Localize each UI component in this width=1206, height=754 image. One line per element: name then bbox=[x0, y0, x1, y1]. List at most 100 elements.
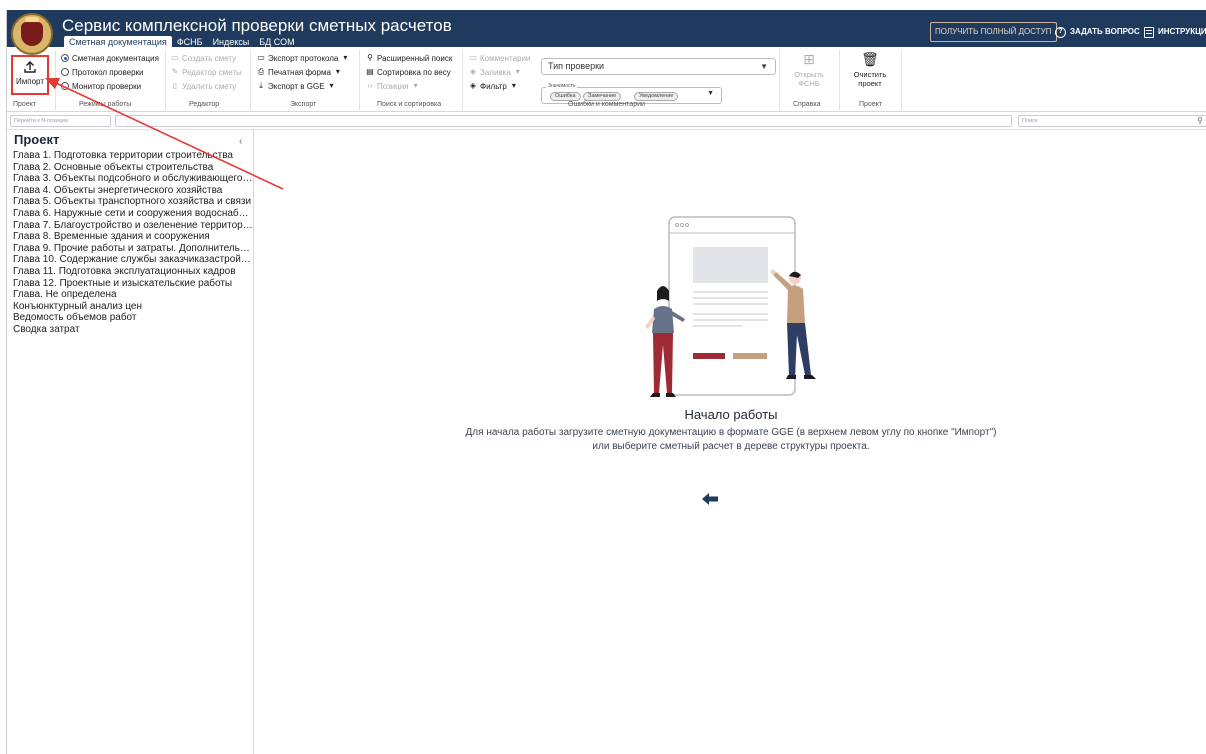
tree-item[interactable]: Глава 2. Основные объекты строительства bbox=[13, 162, 253, 174]
mode-check-protocol[interactable]: Протокол проверки bbox=[61, 66, 144, 78]
download-icon: ⤓ bbox=[259, 81, 263, 90]
tree-item[interactable]: Глава 8. Временные здания и сооружения bbox=[13, 231, 253, 243]
new-document-icon: ▭ bbox=[171, 53, 179, 62]
tree-icon: ⊞ bbox=[803, 51, 815, 67]
goto-position-input[interactable]: Перейти к N-позиции bbox=[10, 115, 111, 127]
search-icon: ⚲ bbox=[1197, 116, 1203, 125]
instructions-label: ИНСТРУКЦИЯ bbox=[1158, 27, 1206, 36]
paint-bucket-icon: ◈ bbox=[469, 67, 477, 76]
app-title: Сервис комплексной проверки сметных расч… bbox=[62, 16, 452, 35]
chip-remark[interactable]: Замечание bbox=[583, 92, 622, 101]
filter-button[interactable]: ◈ Фильтр ▾ bbox=[469, 80, 518, 92]
document-icon bbox=[1144, 26, 1154, 38]
chip-notification[interactable]: Уведомление bbox=[634, 92, 679, 101]
comments-button[interactable]: ▭ Комментарии bbox=[469, 52, 530, 64]
fill-button[interactable]: ◈ Заливка ▾ bbox=[469, 66, 522, 78]
export-gge-label: Экспорт в GGE bbox=[268, 81, 325, 91]
tree-item[interactable]: Глава. Не определена bbox=[13, 289, 253, 301]
chevron-left-icon[interactable]: ‹ bbox=[239, 136, 242, 147]
tree-item[interactable]: Сводка затрат bbox=[13, 324, 253, 336]
search-row: Перейти к N-позиции Поиск ⚲ bbox=[7, 112, 1206, 130]
chevron-down-icon: ▾ bbox=[413, 81, 418, 90]
search-input[interactable]: Поиск ⚲ bbox=[1018, 115, 1206, 127]
clear-project-button[interactable]: 🗑 Очистить проект bbox=[845, 51, 895, 88]
edit-estimate-label: Редактор сметы bbox=[182, 67, 242, 77]
mode-label: Сметная документация bbox=[72, 53, 159, 63]
comment-icon: ▭ bbox=[469, 53, 477, 62]
tree-item[interactable]: Ведомость объемов работ bbox=[13, 312, 253, 324]
app-window: Сервис комплексной проверки сметных расч… bbox=[6, 10, 1206, 754]
start-description: Для начала работы загрузите сметную доку… bbox=[255, 426, 1206, 454]
tree-item[interactable]: Глава 1. Подготовка территории строитель… bbox=[13, 150, 253, 162]
import-button[interactable]: Импорт bbox=[11, 55, 49, 95]
search-icon: ⚲ bbox=[367, 53, 373, 62]
tree-item[interactable]: Глава 5. Объекты транспортного хозяйства… bbox=[13, 196, 253, 208]
tree-item[interactable]: Глава 4. Объекты энергетического хозяйст… bbox=[13, 185, 253, 197]
tree-item[interactable]: Глава 10. Содержание службы заказчиказас… bbox=[13, 254, 253, 266]
check-type-select[interactable]: Тип проверки ▼ bbox=[541, 58, 776, 75]
arrow-left-icon bbox=[702, 493, 718, 505]
filter-label: Фильтр bbox=[480, 81, 507, 91]
advanced-search-label: Расширенный поиск bbox=[377, 53, 453, 63]
ribbon-divider bbox=[779, 50, 780, 110]
sort-icon: ▤ bbox=[366, 67, 374, 76]
create-estimate-button[interactable]: ▭ Создать смету bbox=[171, 52, 236, 64]
trash-icon: 🗑 bbox=[861, 51, 879, 67]
start-illustration bbox=[645, 216, 816, 397]
tree-item[interactable]: Глава 9. Прочие работы и затраты. Дополн… bbox=[13, 243, 253, 255]
start-title: Начало работы bbox=[684, 407, 778, 422]
sort-by-weight-button[interactable]: ▤ Сортировка по весу bbox=[366, 66, 451, 78]
export-document-icon: ▭ bbox=[257, 53, 265, 62]
group-label-project: Проект bbox=[13, 101, 37, 108]
tree-item[interactable]: Глава 6. Наружные сети и сооружения водо… bbox=[13, 208, 253, 220]
severity-label: Значимость bbox=[546, 83, 578, 89]
mode-estimate-docs[interactable]: Сметная документация bbox=[61, 52, 159, 64]
chevron-down-icon: ▼ bbox=[707, 90, 714, 97]
edit-estimate-button[interactable]: ✎ Редактор сметы bbox=[171, 66, 242, 78]
chevron-down-icon: ▾ bbox=[511, 81, 516, 90]
chevron-down-icon: ▼ bbox=[760, 62, 768, 71]
ribbon-divider bbox=[165, 50, 166, 110]
full-access-button[interactable]: ПОЛУЧИТЬ ПОЛНЫЙ ДОСТУП bbox=[930, 22, 1057, 42]
print-form-button[interactable]: ⎙ Печатная форма ▾ bbox=[257, 66, 342, 78]
instructions-link[interactable]: ИНСТРУКЦИЯ bbox=[1144, 23, 1206, 41]
group-label-editor: Редактор bbox=[189, 101, 220, 108]
code-brackets-icon: ‹› bbox=[367, 81, 373, 90]
goto-position-field[interactable] bbox=[115, 115, 1012, 127]
mode-check-monitor[interactable]: Монитор проверки bbox=[61, 80, 141, 92]
start-description-line-2: или выберите сметный расчет в дереве стр… bbox=[592, 441, 870, 452]
chevron-down-icon: ▾ bbox=[335, 67, 340, 76]
app-logo bbox=[11, 13, 53, 55]
tree-item[interactable]: Глава 3. Объекты подсобного и обслуживаю… bbox=[13, 173, 253, 185]
project-tree-list: Глава 1. Подготовка территории строитель… bbox=[13, 150, 253, 336]
tree-item[interactable]: Конъюнктурный анализ цен bbox=[13, 301, 253, 313]
mode-label: Протокол проверки bbox=[72, 67, 144, 77]
ribbon-divider bbox=[462, 50, 463, 110]
title-bar: Сервис комплексной проверки сметных расч… bbox=[7, 10, 1206, 48]
group-label-modes: Режимы работы bbox=[79, 101, 132, 108]
main-content: Начало работы Для начала работы загрузит… bbox=[255, 130, 1206, 754]
ribbon-toolbar: Импорт Проект Сметная документация Прото… bbox=[7, 47, 1206, 112]
radio-icon bbox=[61, 68, 69, 76]
chevron-down-icon: ▾ bbox=[329, 81, 334, 90]
advanced-search-button[interactable]: ⚲ Расширенный поиск bbox=[366, 52, 452, 64]
start-description-line-1: Для начала работы загрузите сметную доку… bbox=[465, 427, 997, 438]
export-protocol-button[interactable]: ▭ Экспорт протокола ▾ bbox=[257, 52, 349, 64]
ribbon-divider bbox=[359, 50, 360, 110]
position-button[interactable]: ‹› Позиция ▾ bbox=[366, 80, 420, 92]
tree-item[interactable]: Глава 7. Благоустройство и озеленение те… bbox=[13, 220, 253, 232]
tree-item[interactable]: Глава 12. Проектные и изыскательские раб… bbox=[13, 278, 253, 290]
chip-error[interactable]: Ошибка bbox=[550, 92, 581, 101]
export-protocol-label: Экспорт протокола bbox=[268, 53, 339, 63]
open-fsnb-button[interactable]: ⊞ Открыть ФСНБ bbox=[785, 51, 833, 88]
project-tree: Проект ‹ Глава 1. Подготовка территории … bbox=[7, 130, 254, 754]
filter-icon: ◈ bbox=[469, 81, 477, 90]
radio-icon bbox=[61, 54, 69, 62]
tree-item[interactable]: Глава 11. Подготовка эксплуатационных ка… bbox=[13, 266, 253, 278]
search-placeholder: Поиск bbox=[1022, 118, 1038, 124]
delete-estimate-button[interactable]: ▯ Удалить смету bbox=[171, 80, 236, 92]
project-tree-title: Проект bbox=[14, 132, 60, 147]
group-label-help: Справка bbox=[793, 101, 821, 108]
export-gge-button[interactable]: ⤓ Экспорт в GGE ▾ bbox=[257, 80, 336, 92]
ask-question-link[interactable]: ? ЗАДАТЬ ВОПРОС bbox=[1055, 23, 1140, 41]
